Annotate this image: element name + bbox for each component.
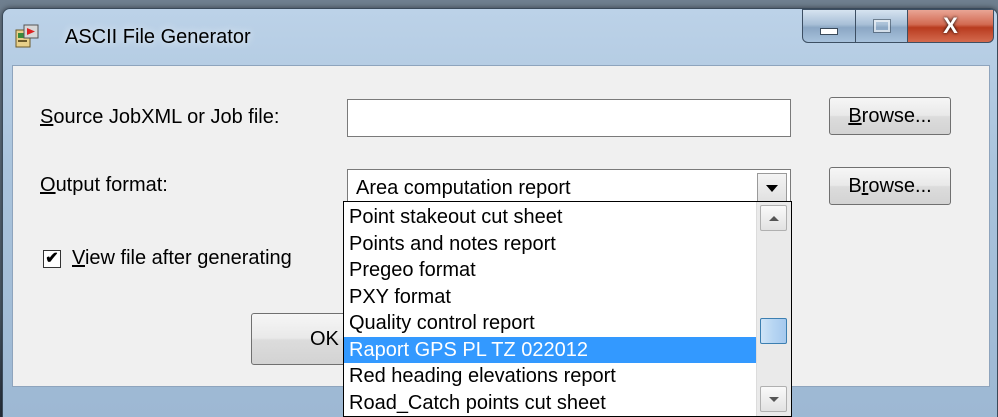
caption-buttons: X [802, 9, 994, 43]
view-file-label[interactable]: View file after generating [72, 247, 292, 270]
close-icon: X [943, 13, 958, 38]
browse-source-mnemonic: B [848, 104, 862, 127]
source-label-text: ource JobXML or Job file: [53, 106, 280, 128]
desktop-background: ASCII File Generator X Source JobXML or … [0, 0, 998, 417]
output-label-mnemonic: O [40, 174, 56, 196]
arrow-up-icon [768, 215, 779, 221]
combo-dropdown-button[interactable] [757, 173, 787, 203]
maximize-icon [872, 19, 891, 33]
maximize-button[interactable] [856, 9, 908, 43]
ok-label: OK [310, 327, 339, 350]
source-file-label: Source JobXML or Job file: [40, 106, 279, 129]
list-item[interactable]: Road_Catch points cut sheet [344, 390, 756, 417]
list-item[interactable]: PXY format [344, 284, 756, 311]
minimize-icon [820, 27, 838, 35]
scrollbar-thumb[interactable] [760, 318, 787, 344]
browse-output-text: owse... [868, 174, 932, 197]
view-file-checkbox[interactable]: ✔ [43, 250, 61, 268]
browse-source-button[interactable]: Browse... [829, 97, 951, 135]
close-button[interactable]: X [908, 9, 994, 43]
list-item[interactable]: Red heading elevations report [344, 363, 756, 390]
output-label-text: utput format: [55, 174, 168, 196]
chevron-down-icon [766, 184, 778, 192]
checkmark-icon: ✔ [45, 250, 59, 267]
minimize-button[interactable] [802, 9, 856, 43]
output-format-value: Area computation report [356, 177, 571, 199]
scroll-up-button[interactable] [760, 205, 787, 231]
output-format-dropdown-list[interactable]: Point stakeout cut sheet Points and note… [343, 201, 792, 417]
window-title: ASCII File Generator [65, 26, 251, 48]
title-bar[interactable]: ASCII File Generator X [3, 9, 997, 63]
source-file-input[interactable] [347, 99, 791, 137]
list-item[interactable]: Quality control report [344, 310, 756, 337]
list-item-selected[interactable]: Raport GPS PL TZ 022012 [344, 336, 756, 363]
list-item[interactable]: Point stakeout cut sheet [344, 204, 756, 231]
browse-output-text-pre: B [848, 174, 862, 197]
dropdown-items: Point stakeout cut sheet Points and note… [344, 204, 756, 416]
browse-output-button[interactable]: Br owse... [829, 167, 951, 205]
view-label-mnemonic: V [72, 247, 85, 269]
scroll-down-button[interactable] [760, 386, 787, 412]
arrow-down-icon [768, 396, 779, 402]
source-label-mnemonic: S [40, 106, 54, 128]
view-label-text: iew file after generating [84, 247, 292, 269]
browse-source-text: rowse... [861, 104, 932, 127]
dropdown-scrollbar[interactable] [756, 202, 791, 416]
list-item[interactable]: Points and notes report [344, 231, 756, 258]
browse-output-mnemonic: r [861, 174, 869, 197]
output-format-label: Output format: [40, 174, 168, 197]
list-item[interactable]: Pregeo format [344, 257, 756, 284]
app-icon [15, 24, 39, 48]
